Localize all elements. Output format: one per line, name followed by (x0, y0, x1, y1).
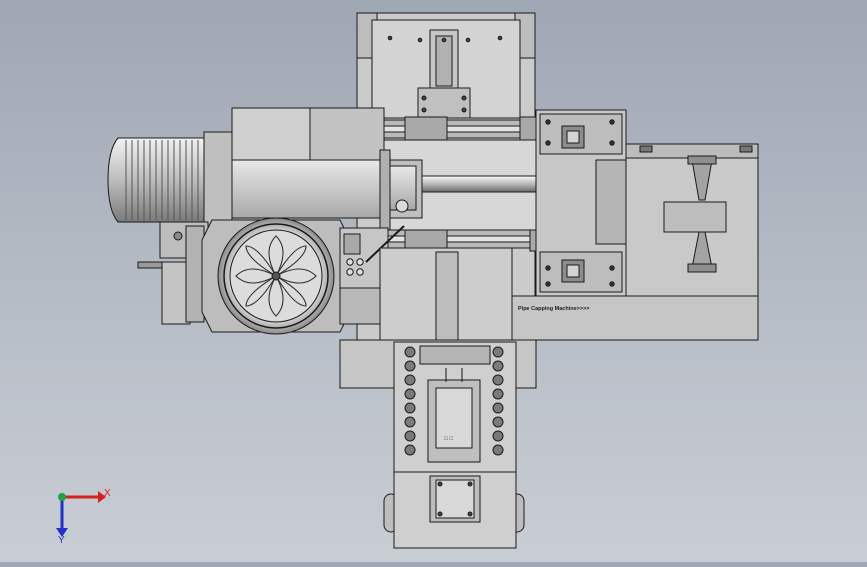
axis-x-label: X (104, 488, 111, 499)
motor (107, 131, 233, 229)
axis-z-origin-icon (58, 493, 66, 501)
gearbox-housing (231, 107, 391, 231)
axis-y-label: Y (58, 535, 65, 546)
capping-head (201, 217, 351, 335)
assembly-drawing: Pipe Capping Machine>>>> ☐ ☐ X Y (56, 12, 759, 549)
right-bracket (535, 109, 627, 299)
cad-viewport[interactable]: Pipe Capping Machine>>>> ☐ ☐ X Y (0, 0, 867, 562)
left-bracket (137, 221, 209, 325)
lower-right-plate (511, 295, 759, 341)
linear-rail-upper (379, 116, 561, 142)
bottom-base (383, 471, 525, 549)
nameplate-text: ☐ ☐ (444, 436, 454, 441)
axis-triad: X Y (56, 488, 111, 546)
machine-label: Pipe Capping Machine>>>> (518, 306, 590, 312)
